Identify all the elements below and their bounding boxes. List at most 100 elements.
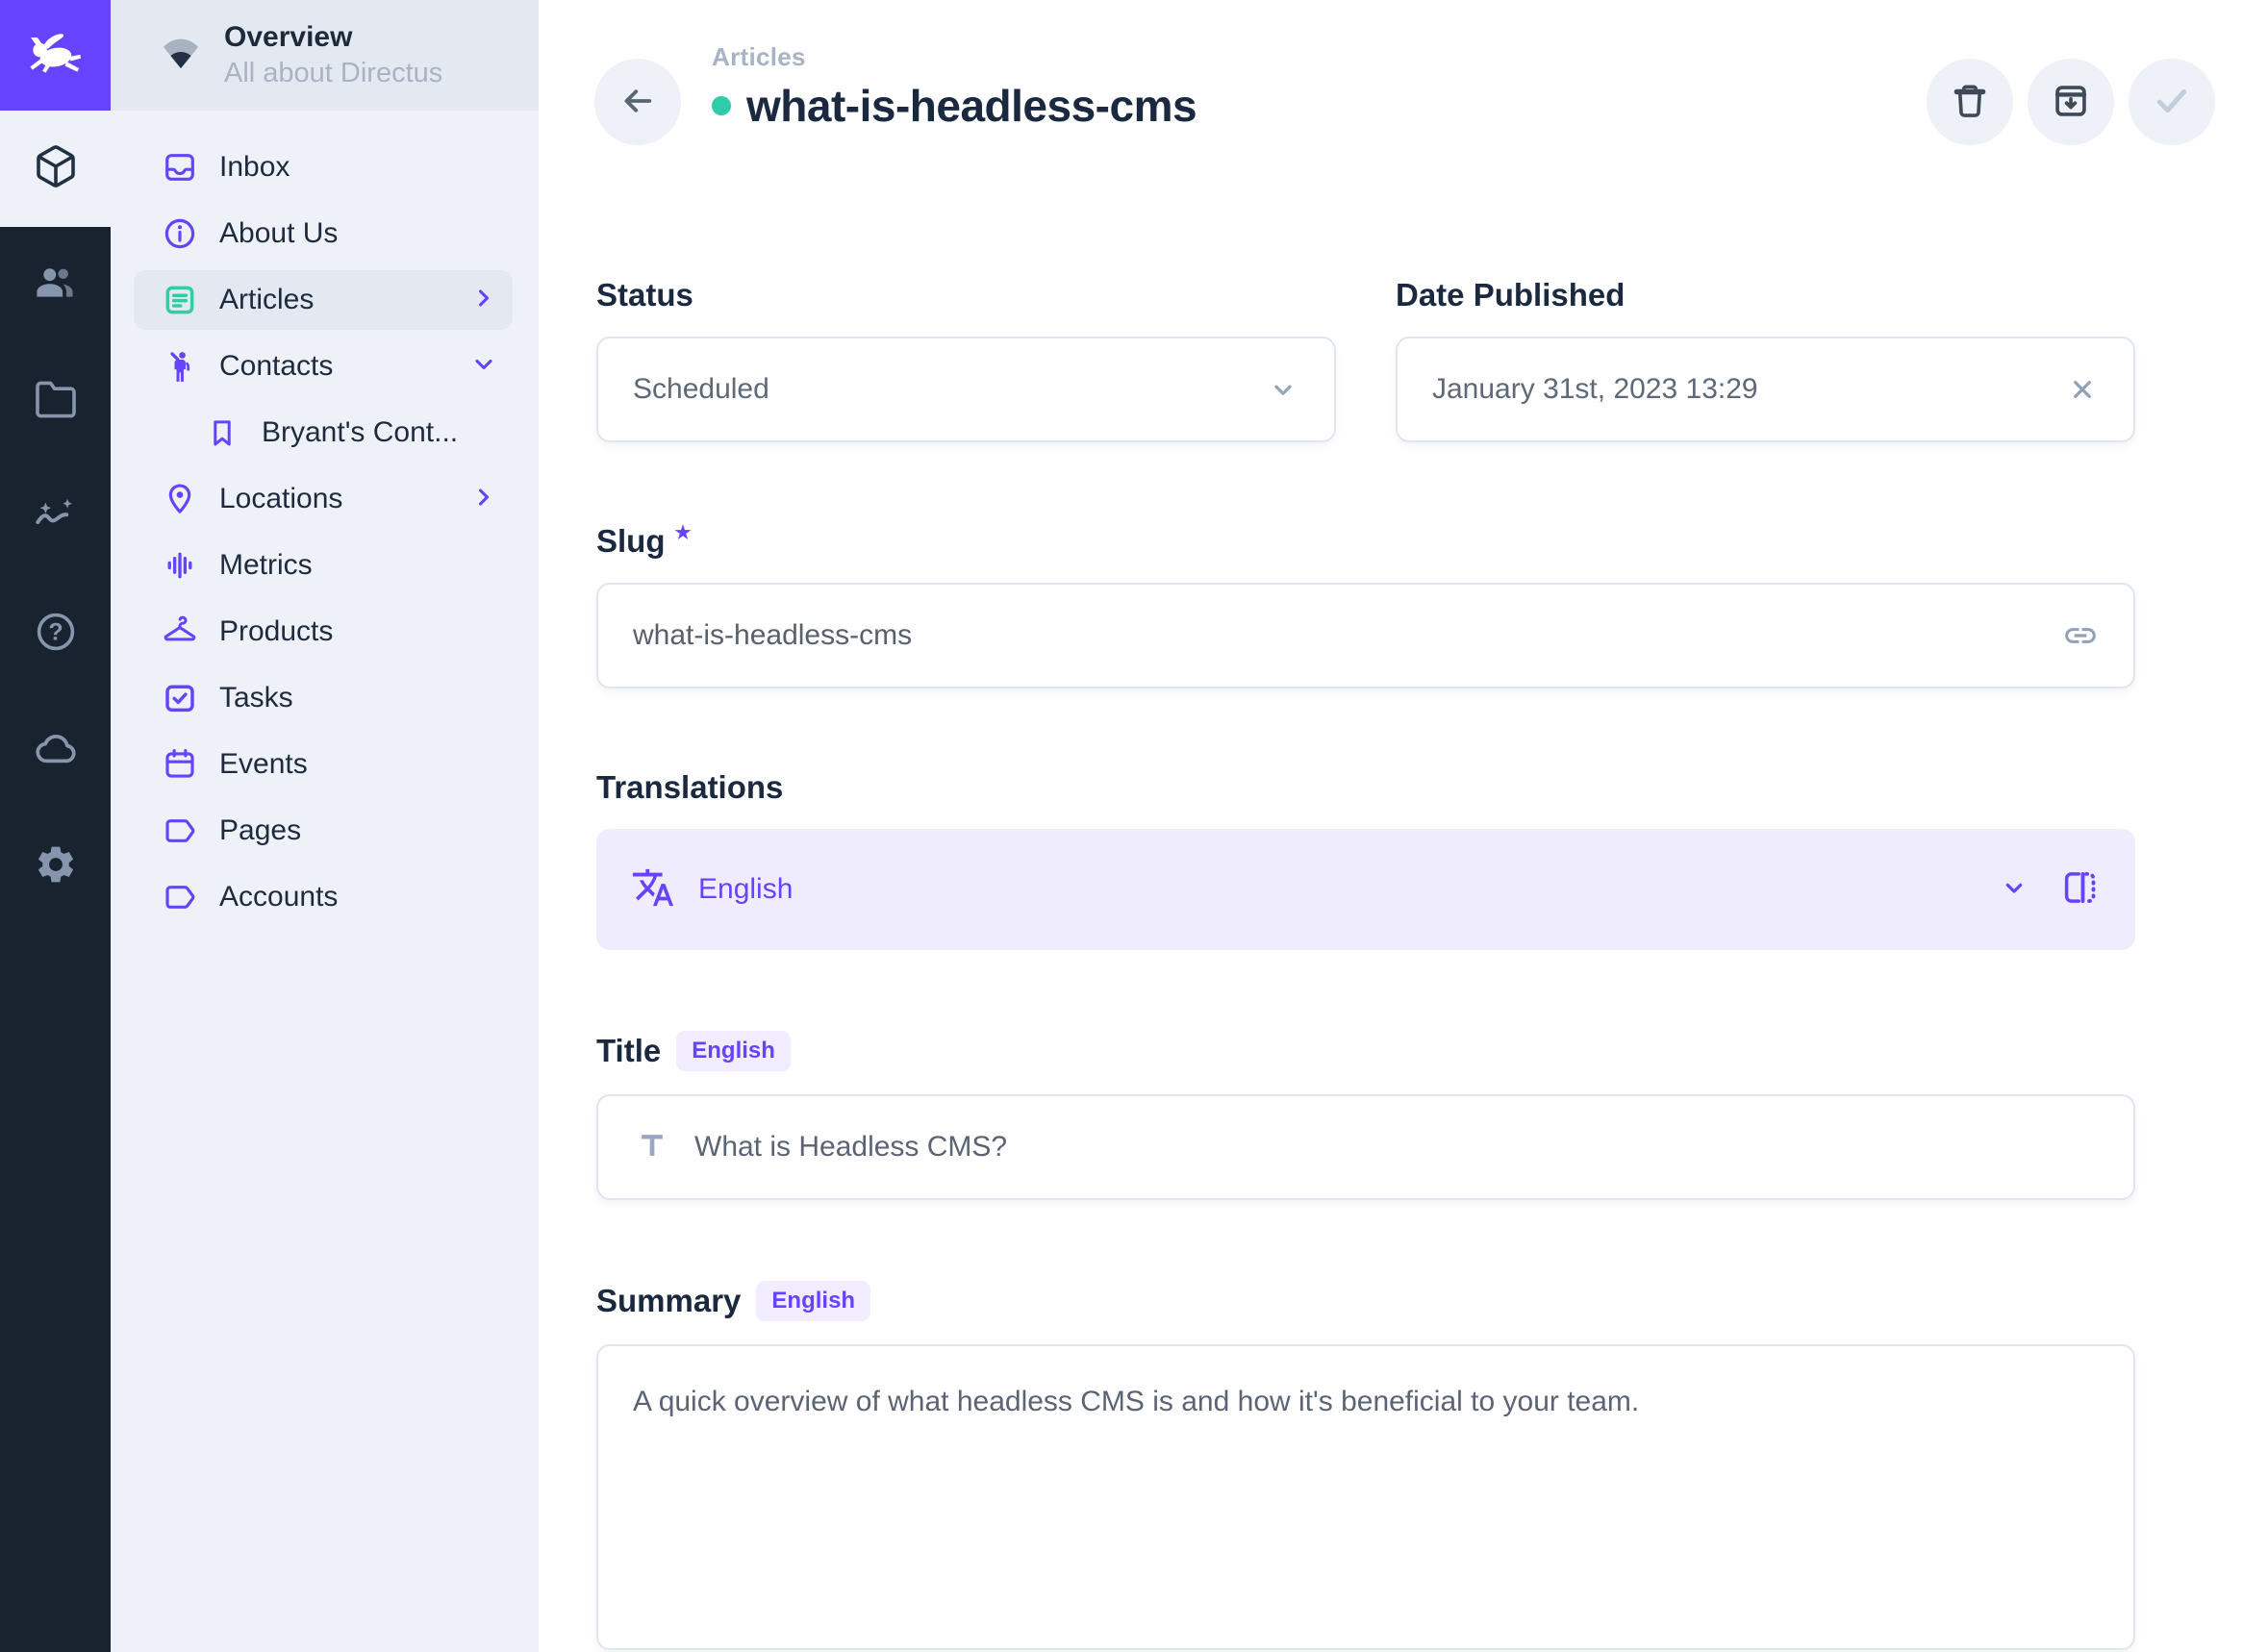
status-dot [712, 96, 731, 115]
nav-list: Inbox About Us [111, 111, 539, 927]
sidebar-item-metrics[interactable]: Metrics [134, 536, 513, 595]
article-form: Status Scheduled Date Published [596, 277, 2135, 1652]
sidebar-item-label: Accounts [219, 881, 497, 914]
chevron-right-icon [470, 484, 497, 515]
page-header: Articles what-is-headless-cms [712, 42, 1197, 132]
link-icon [2062, 617, 2099, 654]
language-badge: English [676, 1031, 791, 1071]
split-view-icon[interactable] [2058, 866, 2101, 914]
equalizer-icon [162, 547, 198, 584]
sidebar-item-articles[interactable]: Articles [134, 270, 513, 330]
module-content[interactable] [0, 111, 111, 227]
module-files[interactable] [0, 343, 111, 460]
title-label: Title [596, 1033, 661, 1069]
summary-label: Summary [596, 1283, 741, 1319]
project-header[interactable]: Overview All about Directus [111, 0, 539, 111]
summary-textarea[interactable]: A quick overview of what headless CMS is… [596, 1344, 2135, 1650]
module-bar: ? [0, 0, 111, 1652]
sidebar-item-about-us[interactable]: About Us [134, 204, 513, 263]
save-button[interactable] [2129, 59, 2215, 145]
main-content: Articles what-is-headless-cms [539, 0, 2268, 1652]
sidebar-item-locations[interactable]: Locations [134, 469, 513, 529]
title-field: Title English [596, 1031, 2135, 1200]
svg-text:?: ? [48, 619, 63, 646]
sidebar-item-accounts[interactable]: Accounts [134, 867, 513, 927]
folder-icon [33, 376, 79, 427]
users-icon [32, 259, 80, 312]
project-title: Overview [224, 21, 442, 55]
insights-icon [32, 491, 80, 544]
status-label: Status [596, 277, 1336, 313]
archive-icon [2050, 80, 2092, 125]
sidebar-item-tasks[interactable]: Tasks [134, 668, 513, 728]
module-user-directory[interactable] [0, 227, 111, 343]
sidebar-item-contacts[interactable]: Contacts [134, 337, 513, 396]
date-published-field: Date Published [1396, 277, 2135, 442]
delete-button[interactable] [1927, 59, 2013, 145]
chevron-down-icon [470, 351, 497, 383]
slug-label: Slug [596, 523, 666, 560]
app-window: ? [0, 0, 2268, 1652]
sidebar-item-events[interactable]: Events [134, 735, 513, 794]
help-icon: ? [33, 609, 79, 660]
sidebar-item-inbox[interactable]: Inbox [134, 138, 513, 197]
sidebar-item-label: Products [219, 615, 497, 648]
box-icon [33, 143, 79, 194]
sidebar-item-label: About Us [219, 217, 497, 250]
inbox-icon [162, 149, 198, 186]
rabbit-logo-icon [23, 20, 88, 90]
module-cloud[interactable] [0, 692, 111, 809]
page-title: what-is-headless-cms [746, 80, 1197, 132]
language-badge: English [756, 1281, 870, 1321]
translations-field: Translations English [596, 769, 2135, 950]
sidebar-item-label: Locations [219, 483, 470, 515]
status-select[interactable]: Scheduled [596, 337, 1336, 442]
translate-icon [631, 865, 675, 914]
date-published-input[interactable] [1432, 373, 2043, 406]
sidebar-item-label: Articles [219, 284, 470, 316]
calendar-icon [162, 746, 198, 783]
module-insights[interactable] [0, 460, 111, 576]
nav-sidebar: Overview All about Directus Inbox [111, 0, 539, 1652]
chevron-down-icon [1999, 872, 2029, 908]
status-value: Scheduled [633, 373, 1244, 406]
sidebar-item-label: Events [219, 748, 497, 781]
slug-input[interactable] [633, 619, 2039, 652]
sidebar-item-bryants-contacts[interactable]: Bryant's Cont... [134, 403, 513, 463]
sidebar-item-label: Metrics [219, 549, 497, 582]
title-input[interactable] [694, 1131, 2099, 1164]
cloud-icon [32, 724, 80, 777]
signal-icon [159, 31, 203, 80]
breadcrumb[interactable]: Articles [712, 42, 1197, 72]
module-help[interactable]: ? [0, 576, 111, 692]
translations-label: Translations [596, 769, 2135, 806]
hanger-icon [162, 613, 198, 650]
clear-x-icon[interactable] [2066, 373, 2099, 406]
directus-logo[interactable] [0, 0, 111, 111]
archive-button[interactable] [2028, 59, 2114, 145]
sidebar-item-label: Contacts [219, 350, 470, 383]
required-star: ★ [675, 522, 692, 544]
tag-icon [162, 813, 198, 849]
header-actions [1927, 59, 2215, 145]
back-button[interactable] [594, 59, 681, 145]
chevron-right-icon [470, 285, 497, 316]
module-settings[interactable] [0, 809, 111, 925]
info-icon [162, 215, 198, 252]
person-waving-icon [162, 348, 198, 385]
translations-row[interactable]: English [596, 829, 2135, 950]
trash-icon [1949, 80, 1991, 125]
summary-field: Summary English A quick overview of what… [596, 1281, 2135, 1652]
text-title-icon [633, 1126, 671, 1169]
project-subtitle: All about Directus [224, 58, 442, 89]
map-pin-icon [162, 481, 198, 517]
date-published-label: Date Published [1396, 277, 2135, 313]
article-icon [162, 282, 198, 318]
sidebar-item-label: Pages [219, 814, 497, 847]
sidebar-item-pages[interactable]: Pages [134, 801, 513, 861]
sidebar-item-products[interactable]: Products [134, 602, 513, 662]
check-icon [2150, 79, 2194, 126]
bookmark-icon [204, 415, 240, 450]
sidebar-item-label: Tasks [219, 682, 497, 714]
settings-icon [34, 842, 78, 891]
